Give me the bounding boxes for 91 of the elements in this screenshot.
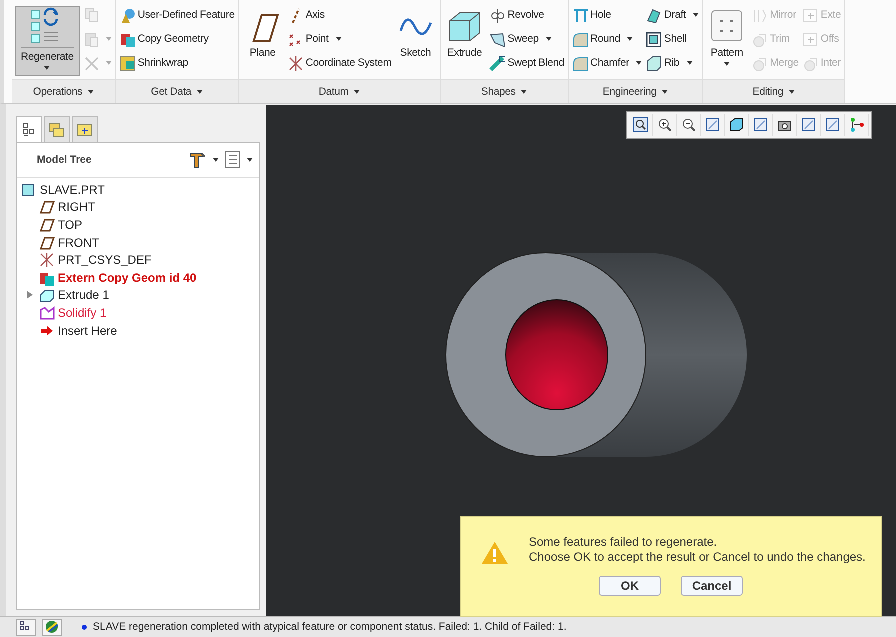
tool-icon <box>118 31 135 47</box>
tool-button[interactable]: Regenerate <box>15 6 80 76</box>
warning-message: Some features failed to regenerate. <box>529 535 718 549</box>
tool-icon <box>572 31 588 47</box>
ok-button[interactable]: OK <box>599 576 661 596</box>
tool-button[interactable]: Extrude <box>444 6 486 76</box>
caret-icon <box>44 66 50 70</box>
tool-button[interactable]: Chamfer <box>572 54 642 72</box>
tool-button[interactable]: Round <box>572 30 642 48</box>
tool-button[interactable]: Rib <box>645 54 700 72</box>
warning-icon <box>481 541 509 565</box>
tool-icon <box>82 55 99 71</box>
tree-item[interactable]: RIGHT <box>58 200 96 214</box>
tool-icon <box>572 7 588 23</box>
tool-button[interactable]: Sketch <box>394 6 437 76</box>
tool-button[interactable]: Shell <box>645 30 700 48</box>
tool-icon <box>802 7 818 23</box>
tree-node-icon <box>39 199 55 216</box>
caret-icon <box>336 37 342 41</box>
tool-icon <box>82 7 99 23</box>
caret-icon <box>636 61 642 65</box>
tool-button[interactable]: Coordinate System <box>286 54 392 72</box>
tool-button[interactable]: Plane <box>242 6 284 76</box>
tool-button[interactable]: User-Defined Feature <box>118 6 235 24</box>
expand-arrow-icon[interactable] <box>27 291 33 300</box>
caret-icon <box>686 61 693 65</box>
tool-button[interactable]: Draft <box>645 6 700 24</box>
tree-item[interactable]: FRONT <box>58 236 100 250</box>
tree-toggle-icon[interactable] <box>16 618 36 636</box>
caret-icon <box>693 13 700 17</box>
tree-item[interactable]: Insert Here <box>58 324 118 338</box>
tool-icon <box>802 31 818 47</box>
caret-icon <box>724 62 730 66</box>
tool-icon <box>488 7 505 23</box>
tree-item[interactable]: Extrude 1 <box>58 288 110 302</box>
tool-button[interactable]: Shrinkwrap <box>118 54 235 72</box>
status-message: SLAVE regeneration completed with atypical feature or component status. Failed: 1. Child of Failed: 1. <box>93 621 567 633</box>
tree-item[interactable]: PRT_CSYS_DEF <box>58 253 152 268</box>
group-menu[interactable]: Engineering <box>568 79 702 103</box>
caret-icon <box>196 90 203 94</box>
tool-icon <box>82 31 99 47</box>
tool-icon <box>572 55 588 71</box>
tab-icon <box>48 120 66 138</box>
browser-toggle-icon[interactable] <box>42 618 62 636</box>
tool-icon <box>645 31 662 47</box>
tool-icon <box>488 55 505 71</box>
tree-node-icon <box>39 216 55 233</box>
caret-icon <box>520 90 527 94</box>
caret-icon <box>788 90 794 94</box>
panel-title: Model Tree <box>37 154 92 166</box>
group-menu[interactable]: Datum <box>238 79 440 103</box>
tree-node-icon <box>39 252 55 268</box>
group-menu[interactable]: Editing <box>703 79 844 103</box>
tool-icon <box>645 55 662 71</box>
caret-icon <box>88 90 94 94</box>
group-menu[interactable]: Get Data <box>116 79 238 103</box>
status-dot-icon <box>82 624 87 630</box>
tool-button[interactable]: Sweep <box>488 30 565 48</box>
group-menu[interactable]: Shapes <box>440 79 568 103</box>
tools-icon[interactable] <box>189 151 207 169</box>
tree-node-icon <box>21 182 37 198</box>
caret-icon[interactable] <box>213 158 219 162</box>
tool-icon <box>118 55 135 71</box>
tool-button[interactable]: Swept Blend <box>488 54 565 72</box>
tool-icon <box>286 55 303 71</box>
tree-item[interactable]: TOP <box>58 218 82 232</box>
tree-node-icon <box>39 304 55 321</box>
panel-tab[interactable] <box>16 116 42 142</box>
warning-message: Choose OK to accept the result or Cancel to undo the changes. <box>529 550 866 564</box>
caret-icon <box>546 37 552 41</box>
tree-item[interactable]: Solidify 1 <box>58 306 107 320</box>
tool-button[interactable]: Revolve <box>488 6 565 24</box>
list-settings-icon[interactable] <box>225 151 241 169</box>
tree-item[interactable]: SLAVE.PRT <box>40 182 105 197</box>
tool-button[interactable]: Hole <box>572 6 642 24</box>
tree-item[interactable]: Extern Copy Geom id 40 <box>58 270 197 285</box>
tool-button[interactable]: Axis <box>286 6 392 24</box>
tool-button[interactable]: Copy Geometry <box>118 30 235 48</box>
group-menu[interactable]: Operations <box>12 79 115 103</box>
caret-icon <box>354 90 360 94</box>
caret-icon <box>106 37 112 41</box>
tool-button[interactable]: Point <box>286 30 392 48</box>
caret-icon <box>662 90 668 94</box>
caret-icon <box>106 61 112 65</box>
caret-icon <box>627 37 634 41</box>
tool-icon <box>645 7 662 23</box>
tree-node-icon <box>39 234 55 251</box>
caret-icon[interactable] <box>247 158 253 162</box>
cancel-button[interactable]: Cancel <box>681 576 743 596</box>
tool-icon <box>488 31 505 47</box>
tool-button[interactable]: Pattern <box>706 6 748 76</box>
